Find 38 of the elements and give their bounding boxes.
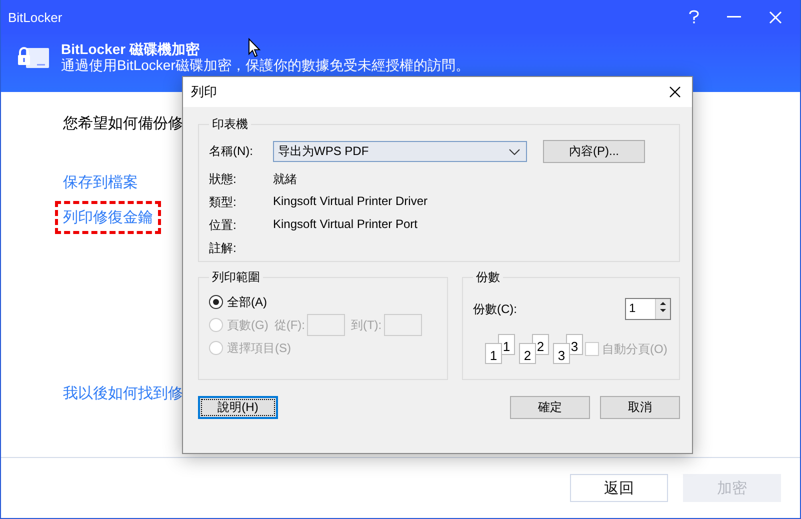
copies-spinner[interactable]: 1 — [625, 298, 671, 320]
info-label: 註解: — [209, 240, 238, 257]
dialog-button[interactable]: 取消 — [600, 396, 680, 419]
group-label: 列印範圍 — [211, 269, 261, 286]
info-label: 狀態: — [209, 171, 238, 188]
close-icon[interactable] — [669, 86, 681, 98]
minimize-icon[interactable] — [727, 16, 741, 18]
drive-lock-icon — [17, 45, 49, 71]
mouse-pointer-icon — [248, 38, 261, 58]
header-subtitle: 通過使用BitLocker磁碟加密，保護你的數據免受未經授權的訪問。 — [61, 57, 470, 73]
dialog-title: 列印 — [191, 83, 217, 101]
input-field[interactable] — [384, 314, 422, 336]
question-text: 您希望如何備份修 — [63, 114, 183, 133]
dialog-button[interactable]: 確定 — [510, 396, 590, 419]
dialog-button[interactable]: 說明(H) — [198, 396, 278, 419]
footer-button[interactable]: 返回 — [570, 474, 668, 502]
info-value: 就緒 — [273, 171, 298, 188]
chevron-down-icon — [509, 148, 520, 154]
help-link[interactable]: 我以後如何找到修 — [63, 384, 183, 403]
input-field[interactable] — [306, 314, 345, 336]
group-label: 份數 — [475, 269, 501, 286]
info-label: 類型: — [209, 194, 238, 211]
info-value: Kingsoft Virtual Printer Port — [273, 217, 419, 233]
printer-dropdown[interactable]: 导出为WPS PDF — [273, 141, 527, 162]
field-label: 到(T): — [350, 316, 382, 334]
group-label: 印表機 — [211, 116, 249, 133]
option-link[interactable]: 列印修復金鑰 — [55, 201, 161, 234]
info-value: Kingsoft Virtual Printer Driver — [273, 194, 428, 210]
properties-button[interactable]: 內容(P)... — [543, 140, 645, 163]
header-title: BitLocker 磁碟機加密 — [61, 41, 200, 57]
radio-button[interactable]: 全部(A) — [209, 294, 267, 310]
option-link[interactable]: 保存到檔案 — [55, 166, 146, 199]
window-title: BitLocker — [8, 10, 62, 24]
field-label: 份數(C): — [473, 300, 517, 318]
field-label: 名稱(N): — [209, 143, 254, 160]
info-label: 位置: — [209, 217, 238, 234]
field-label: 從(F): — [274, 316, 305, 334]
help-icon[interactable] — [689, 10, 699, 24]
